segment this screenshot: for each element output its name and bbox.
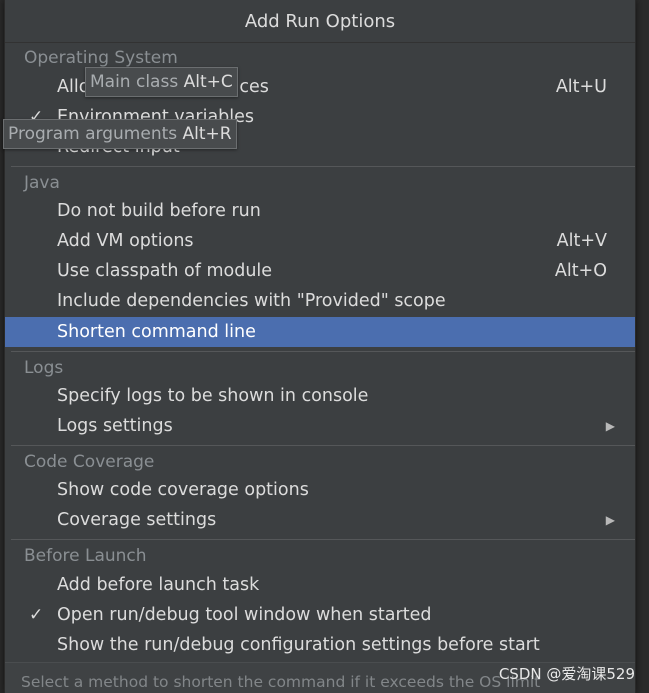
menu-item-label: Do not build before run bbox=[57, 201, 261, 221]
menu-item-label: Coverage settings bbox=[57, 510, 217, 530]
menu-item-logs-settings[interactable]: Logs settings ▶ bbox=[5, 411, 635, 441]
separator bbox=[11, 351, 635, 352]
menu-item-label: Show the run/debug configuration setting… bbox=[57, 635, 540, 655]
menu-item-label: Specify logs to be shown in console bbox=[57, 386, 369, 406]
menu-item-include-dependencies-provided-scope[interactable]: Include dependencies with "Provided" sco… bbox=[5, 286, 635, 316]
separator bbox=[11, 539, 635, 540]
submenu-arrow-icon: ▶ bbox=[605, 419, 615, 433]
section-header-logs: Logs bbox=[24, 358, 64, 378]
menu-item-label: Add VM options bbox=[57, 231, 194, 251]
checkmark-icon: ✓ bbox=[29, 605, 44, 625]
menu-item-add-before-launch-task[interactable]: Add before launch task bbox=[5, 570, 635, 600]
watermark: CSDN @爱淘课529 bbox=[498, 665, 635, 683]
separator bbox=[11, 445, 635, 446]
section-header-before-launch: Before Launch bbox=[24, 546, 147, 566]
menu-item-label: Add before launch task bbox=[57, 575, 260, 595]
menu-item-do-not-build-before-run[interactable]: Do not build before run bbox=[5, 196, 635, 226]
menu-item-specify-logs[interactable]: Specify logs to be shown in console bbox=[5, 381, 635, 411]
tooltip-shortcut: Alt+R bbox=[182, 124, 232, 144]
menu-item-label: Open run/debug tool window when started bbox=[57, 605, 432, 625]
shortcut-alt-o: Alt+O bbox=[554, 261, 607, 281]
menu-item-shorten-command-line[interactable]: Shorten command line bbox=[5, 317, 635, 347]
popup-title: Add Run Options bbox=[5, 0, 635, 43]
section-header-java: Java bbox=[24, 173, 60, 193]
tooltip-main-class: Main class Alt+C bbox=[85, 67, 238, 97]
tooltip-text: Main class bbox=[90, 72, 184, 92]
tooltip-program-arguments: Program arguments Alt+R bbox=[3, 119, 237, 149]
shortcut-alt-v: Alt+V bbox=[556, 231, 607, 251]
tooltip-shortcut: Alt+C bbox=[183, 72, 233, 92]
menu-item-label: Include dependencies with "Provided" sco… bbox=[57, 291, 446, 311]
separator bbox=[11, 166, 635, 167]
ide-background-right-panel bbox=[634, 0, 649, 693]
shortcut-alt-u: Alt+U bbox=[555, 77, 607, 97]
tooltip-text: Program arguments bbox=[8, 124, 183, 144]
menu-item-add-vm-options[interactable]: Add VM options Alt+V bbox=[5, 226, 635, 256]
menu-item-label: Logs settings bbox=[57, 416, 173, 436]
section-header-code-coverage: Code Coverage bbox=[24, 452, 155, 472]
menu-item-show-configuration-settings-before-start[interactable]: Show the run/debug configuration setting… bbox=[5, 630, 635, 660]
menu-item-label: Show code coverage options bbox=[57, 480, 309, 500]
add-run-options-popup: Add Run Options Operating System Allo ces… bbox=[4, 0, 636, 693]
menu-item-use-classpath-of-module[interactable]: Use classpath of module Alt+O bbox=[5, 256, 635, 286]
menu-item-open-run-debug-tool-window[interactable]: ✓ Open run/debug tool window when starte… bbox=[5, 600, 635, 630]
menu-item-label: Use classpath of module bbox=[57, 261, 273, 281]
menu-item-show-code-coverage-options[interactable]: Show code coverage options bbox=[5, 475, 635, 505]
menu-item-coverage-settings[interactable]: Coverage settings ▶ bbox=[5, 505, 635, 535]
menu-item-label: Shorten command line bbox=[57, 322, 256, 342]
submenu-arrow-icon: ▶ bbox=[605, 513, 615, 527]
